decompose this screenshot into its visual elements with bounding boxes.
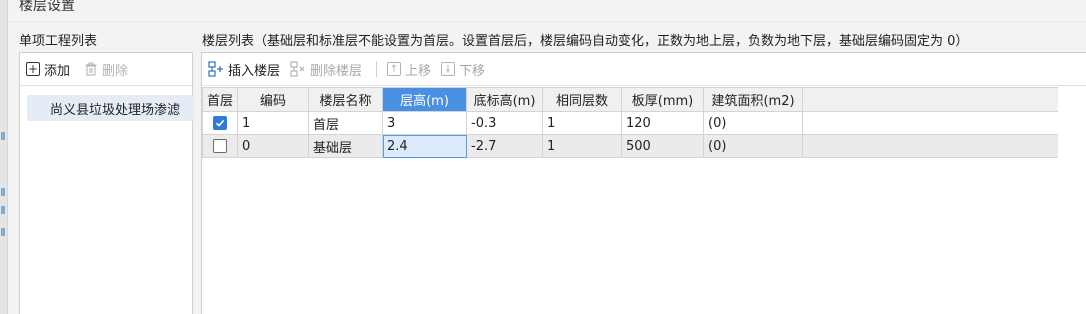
table-header-row: 首层 编码 楼层名称 层高(m) 底标高(m) 相同层数 板厚(mm) 建筑面积… [201,87,1058,112]
col-header-filler [802,87,1058,112]
side-strip [0,0,8,314]
move-up-button[interactable]: ↑ 上移 [387,60,431,79]
first-floor-checkbox-cell[interactable] [201,134,239,158]
cell-area[interactable]: (0) [703,134,804,158]
floor-list-header: 楼层列表（基础层和标准层不能设置为首层。设置首层后，楼层编码自动变化，正数为地上… [202,34,969,49]
col-header-code[interactable]: 编码 [237,87,310,112]
add-label: 添加 [44,63,71,79]
title-divider [8,21,1086,22]
strip-marker [1,188,5,196]
floor-toolbar: 插入楼层 删除楼层 ↑ 上移 ↓ 下移 [202,53,1086,86]
insert-floor-button[interactable]: 插入楼层 [208,60,280,79]
floor-list-panel: 插入楼层 删除楼层 ↑ 上移 ↓ 下移 首层 编码 楼层名称 层高(m) 底标高… [201,52,1086,314]
plus-icon: + [26,62,40,76]
col-header-first[interactable]: 首层 [201,87,239,112]
table-row[interactable]: 0 基础层 2.4 -2.7 1 500 (0) [201,134,1058,158]
floor-table: 首层 编码 楼层名称 层高(m) 底标高(m) 相同层数 板厚(mm) 建筑面积… [201,87,1058,158]
cell-code[interactable]: 0 [237,134,310,158]
trash-icon [85,62,97,76]
col-header-area[interactable]: 建筑面积(m2) [703,87,804,112]
col-header-height[interactable]: 层高(m) [382,87,468,112]
dialog-title: 楼层设置 [19,0,75,14]
cell-code[interactable]: 1 [237,111,310,135]
project-list-panel: + 添加 删除 尚义县垃圾处理场渗滤 [19,52,194,314]
move-up-label: 上移 [405,63,432,79]
cell-filler [802,134,1058,158]
cell-thickness[interactable]: 120 [621,111,705,135]
col-header-name[interactable]: 楼层名称 [308,87,384,112]
project-list-item[interactable]: 尚义县垃圾处理场渗滤 [27,95,194,121]
strip-marker [1,132,5,140]
add-project-button[interactable]: + 添加 [26,60,70,79]
col-header-thickness[interactable]: 板厚(mm) [621,87,705,112]
cell-same-count[interactable]: 1 [542,134,623,158]
project-toolbar: + 添加 删除 [20,53,192,86]
strip-marker [1,206,5,214]
cell-height-editing[interactable]: 2.4 [382,134,468,158]
cell-name[interactable]: 基础层 [308,134,384,158]
move-down-button[interactable]: ↓ 下移 [441,60,485,79]
arrow-up-icon: ↑ [387,62,402,76]
strip-marker [1,228,5,236]
toolbar-separator [376,61,378,77]
delete-floor-button[interactable]: 删除楼层 [290,60,362,79]
cell-same-count[interactable]: 1 [542,111,623,135]
checkbox-checked-icon[interactable] [213,116,227,130]
cell-name[interactable]: 首层 [308,111,384,135]
delete-label: 删除 [102,63,129,79]
cell-height[interactable]: 3 [382,111,468,135]
cell-bottom[interactable]: -0.3 [466,111,544,135]
table-row[interactable]: 1 首层 3 -0.3 1 120 (0) [201,111,1058,135]
delete-project-button[interactable]: 删除 [84,60,128,79]
delete-floor-icon [290,61,305,77]
cell-filler [802,111,1058,135]
cell-area[interactable]: (0) [703,111,804,135]
arrow-down-icon: ↓ [441,62,456,76]
delete-floor-label: 删除楼层 [310,63,363,79]
move-down-label: 下移 [459,63,486,79]
project-item-label: 尚义县垃圾处理场渗滤 [50,102,181,118]
insert-floor-label: 插入楼层 [228,63,281,79]
project-list-header: 单项工程列表 [19,34,98,49]
col-header-bottom[interactable]: 底标高(m) [466,87,544,112]
insert-floor-icon [208,61,223,77]
cell-thickness[interactable]: 500 [621,134,705,158]
first-floor-checkbox-cell[interactable] [201,111,239,135]
checkbox-unchecked-icon[interactable] [213,139,227,153]
col-header-same-count[interactable]: 相同层数 [542,87,623,112]
cell-bottom[interactable]: -2.7 [466,134,544,158]
